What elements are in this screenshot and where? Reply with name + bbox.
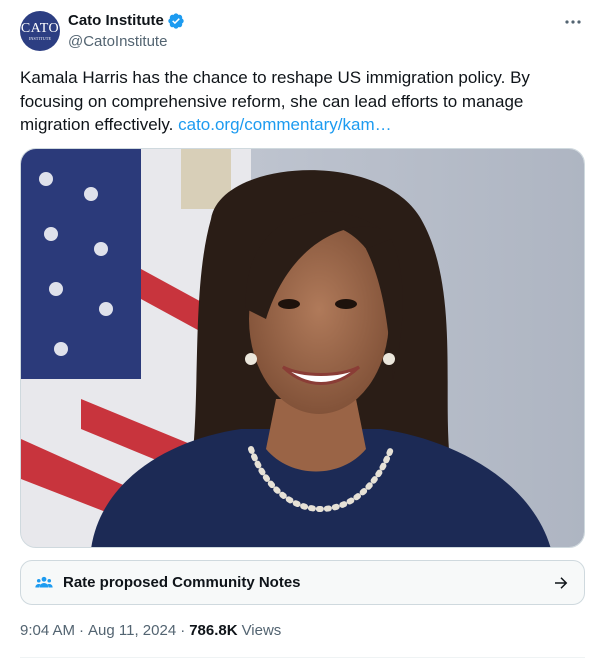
name-row: Cato Institute [68,12,185,30]
community-notes-button[interactable]: Rate proposed Community Notes [20,560,585,605]
meta-separator-2: · [180,622,186,639]
author-block: Cato Institute @CatoInstitute [68,12,185,51]
more-options-icon[interactable] [563,12,583,32]
arrow-right-icon [552,574,570,592]
people-icon [35,574,53,592]
portrait-photo-icon [21,149,584,547]
verified-badge-icon[interactable] [167,12,185,30]
avatar-logo-subtext: INSTITUTE [28,35,52,41]
tweet-time[interactable]: 9:04 AM [20,622,75,639]
divider [20,657,585,658]
community-notes-label: Rate proposed Community Notes [63,574,301,591]
views-count: 786.8K [189,622,238,639]
tweet-meta: 9:04 AM · Aug 11, 2024 · 786.8K Views [20,622,281,639]
views-label: Views [241,622,282,639]
tweet-photo[interactable] [20,148,585,548]
author-handle[interactable]: @CatoInstitute [68,33,185,51]
author-name[interactable]: Cato Institute [68,12,164,30]
tweet-date[interactable]: Aug 11, 2024 [88,622,176,639]
avatar[interactable]: CATO INSTITUTE [20,11,60,51]
tweet-text: Kamala Harris has the chance to reshape … [20,66,565,137]
avatar-logo-text: CATO [20,20,60,36]
meta-separator: · [79,622,85,639]
tweet-link[interactable]: cato.org/commentary/kam… [178,115,392,134]
